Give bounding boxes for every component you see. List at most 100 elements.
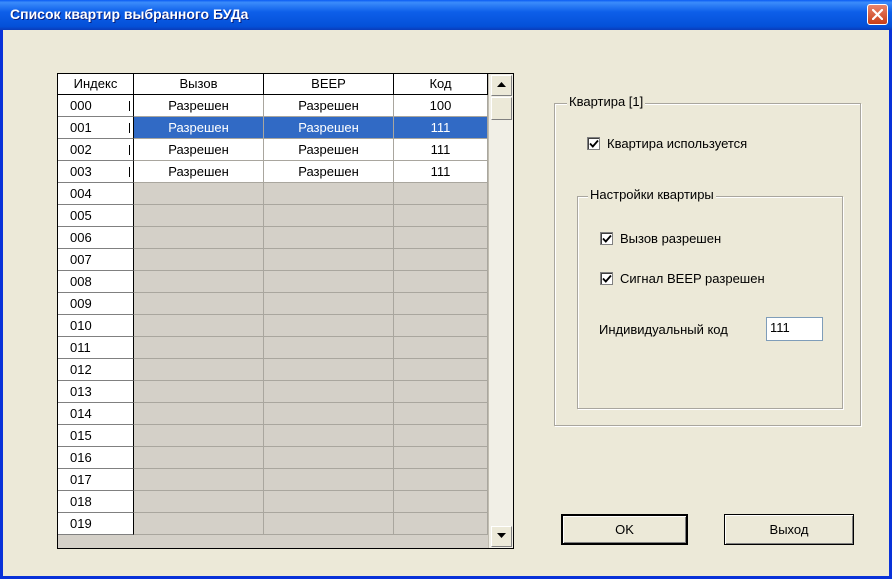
table-cell-call[interactable]: Разрешен <box>134 117 264 139</box>
table-cell-code[interactable]: 111 <box>394 161 488 183</box>
table-cell-code[interactable] <box>394 293 488 315</box>
row-header[interactable]: 004 <box>58 183 134 205</box>
apartment-in-use-checkbox[interactable]: Квартира используется <box>587 136 747 151</box>
row-header[interactable]: 000 <box>58 95 134 117</box>
table-cell-call[interactable] <box>134 337 264 359</box>
table-cell-beep[interactable] <box>264 227 394 249</box>
table-cell-code[interactable] <box>394 249 488 271</box>
table-cell-beep[interactable]: Разрешен <box>264 139 394 161</box>
individual-code-input[interactable]: 111 <box>766 317 823 341</box>
table-cell-call[interactable] <box>134 359 264 381</box>
table-cell-beep[interactable] <box>264 315 394 337</box>
table-cell-code[interactable] <box>394 403 488 425</box>
table-cell-code[interactable] <box>394 271 488 293</box>
column-header-code[interactable]: Код <box>394 74 488 95</box>
row-header[interactable]: 008 <box>58 271 134 293</box>
table-cell-call[interactable] <box>134 381 264 403</box>
close-button[interactable] <box>867 4 888 25</box>
table-cell-beep[interactable] <box>264 205 394 227</box>
call-allowed-checkbox[interactable]: Вызов разрешен <box>600 231 721 246</box>
table-cell-call[interactable]: Разрешен <box>134 139 264 161</box>
table-cell-beep[interactable]: Разрешен <box>264 117 394 139</box>
table-cell-beep[interactable]: Разрешен <box>264 95 394 117</box>
table-cell-code[interactable]: 111 <box>394 139 488 161</box>
table-cell-code[interactable] <box>394 447 488 469</box>
row-header[interactable]: 010 <box>58 315 134 337</box>
table-cell-beep[interactable] <box>264 337 394 359</box>
beep-allowed-checkbox[interactable]: Сигнал BEEP разрешен <box>600 271 765 286</box>
vertical-scrollbar[interactable] <box>488 74 513 548</box>
table-cell-code[interactable] <box>394 381 488 403</box>
column-header-call[interactable]: Вызов <box>134 74 264 95</box>
title-bar[interactable]: Список квартир выбранного БУДа <box>0 0 892 30</box>
table-cell-beep[interactable] <box>264 513 394 535</box>
table-cell-call[interactable] <box>134 315 264 337</box>
checkbox-box[interactable] <box>600 232 613 245</box>
table-cell-call[interactable]: Разрешен <box>134 95 264 117</box>
table-cell-beep[interactable] <box>264 491 394 513</box>
table-cell-call[interactable] <box>134 227 264 249</box>
row-header[interactable]: 007 <box>58 249 134 271</box>
table-cell-call[interactable] <box>134 469 264 491</box>
row-header[interactable]: 017 <box>58 469 134 491</box>
table-cell-code[interactable] <box>394 183 488 205</box>
table-cell-code[interactable] <box>394 469 488 491</box>
scroll-thumb[interactable] <box>491 97 512 120</box>
row-header[interactable]: 012 <box>58 359 134 381</box>
table-cell-beep[interactable] <box>264 293 394 315</box>
table-cell-beep[interactable] <box>264 403 394 425</box>
table-cell-call[interactable] <box>134 249 264 271</box>
table-cell-code[interactable] <box>394 491 488 513</box>
scroll-down-button[interactable] <box>491 526 512 547</box>
table-cell-call[interactable] <box>134 447 264 469</box>
row-header[interactable]: 014 <box>58 403 134 425</box>
table-cell-beep[interactable] <box>264 183 394 205</box>
row-header[interactable]: 002 <box>58 139 134 161</box>
table-cell-beep[interactable] <box>264 271 394 293</box>
table-cell-beep[interactable]: Разрешен <box>264 161 394 183</box>
row-header[interactable]: 013 <box>58 381 134 403</box>
row-header[interactable]: 016 <box>58 447 134 469</box>
table-cell-beep[interactable] <box>264 249 394 271</box>
table-cell-call[interactable] <box>134 271 264 293</box>
table-cell-code[interactable]: 100 <box>394 95 488 117</box>
row-header[interactable]: 006 <box>58 227 134 249</box>
table-cell-call[interactable] <box>134 513 264 535</box>
row-header[interactable]: 009 <box>58 293 134 315</box>
column-header-index[interactable]: Индекс <box>58 74 134 95</box>
table-cell-call[interactable] <box>134 491 264 513</box>
row-header[interactable]: 019 <box>58 513 134 535</box>
exit-button[interactable]: Выход <box>724 514 854 545</box>
table-cell-code[interactable] <box>394 425 488 447</box>
table-cell-call[interactable] <box>134 205 264 227</box>
checkbox-box[interactable] <box>600 272 613 285</box>
checkbox-box[interactable] <box>587 137 600 150</box>
table-cell-code[interactable] <box>394 513 488 535</box>
scroll-up-button[interactable] <box>491 75 512 96</box>
table-cell-call[interactable]: Разрешен <box>134 161 264 183</box>
table-cell-code[interactable] <box>394 359 488 381</box>
table-cell-beep[interactable] <box>264 381 394 403</box>
table-cell-code[interactable] <box>394 337 488 359</box>
table-cell-code[interactable] <box>394 315 488 337</box>
table-cell-call[interactable] <box>134 425 264 447</box>
apartments-grid[interactable]: Индекс Вызов BEEP Код 000 Разрешен Разреше… <box>57 73 514 549</box>
ok-button[interactable]: OK <box>561 514 688 545</box>
row-header[interactable]: 001 <box>58 117 134 139</box>
row-header[interactable]: 005 <box>58 205 134 227</box>
table-cell-code[interactable] <box>394 227 488 249</box>
row-header[interactable]: 011 <box>58 337 134 359</box>
table-cell-code[interactable]: 111 <box>394 117 488 139</box>
row-header[interactable]: 018 <box>58 491 134 513</box>
table-cell-code[interactable] <box>394 205 488 227</box>
column-header-beep[interactable]: BEEP <box>264 74 394 95</box>
row-header[interactable]: 003 <box>58 161 134 183</box>
table-cell-call[interactable] <box>134 403 264 425</box>
table-cell-beep[interactable] <box>264 425 394 447</box>
table-cell-call[interactable] <box>134 183 264 205</box>
row-header[interactable]: 015 <box>58 425 134 447</box>
table-cell-call[interactable] <box>134 293 264 315</box>
table-cell-beep[interactable] <box>264 447 394 469</box>
table-cell-beep[interactable] <box>264 359 394 381</box>
table-cell-beep[interactable] <box>264 469 394 491</box>
